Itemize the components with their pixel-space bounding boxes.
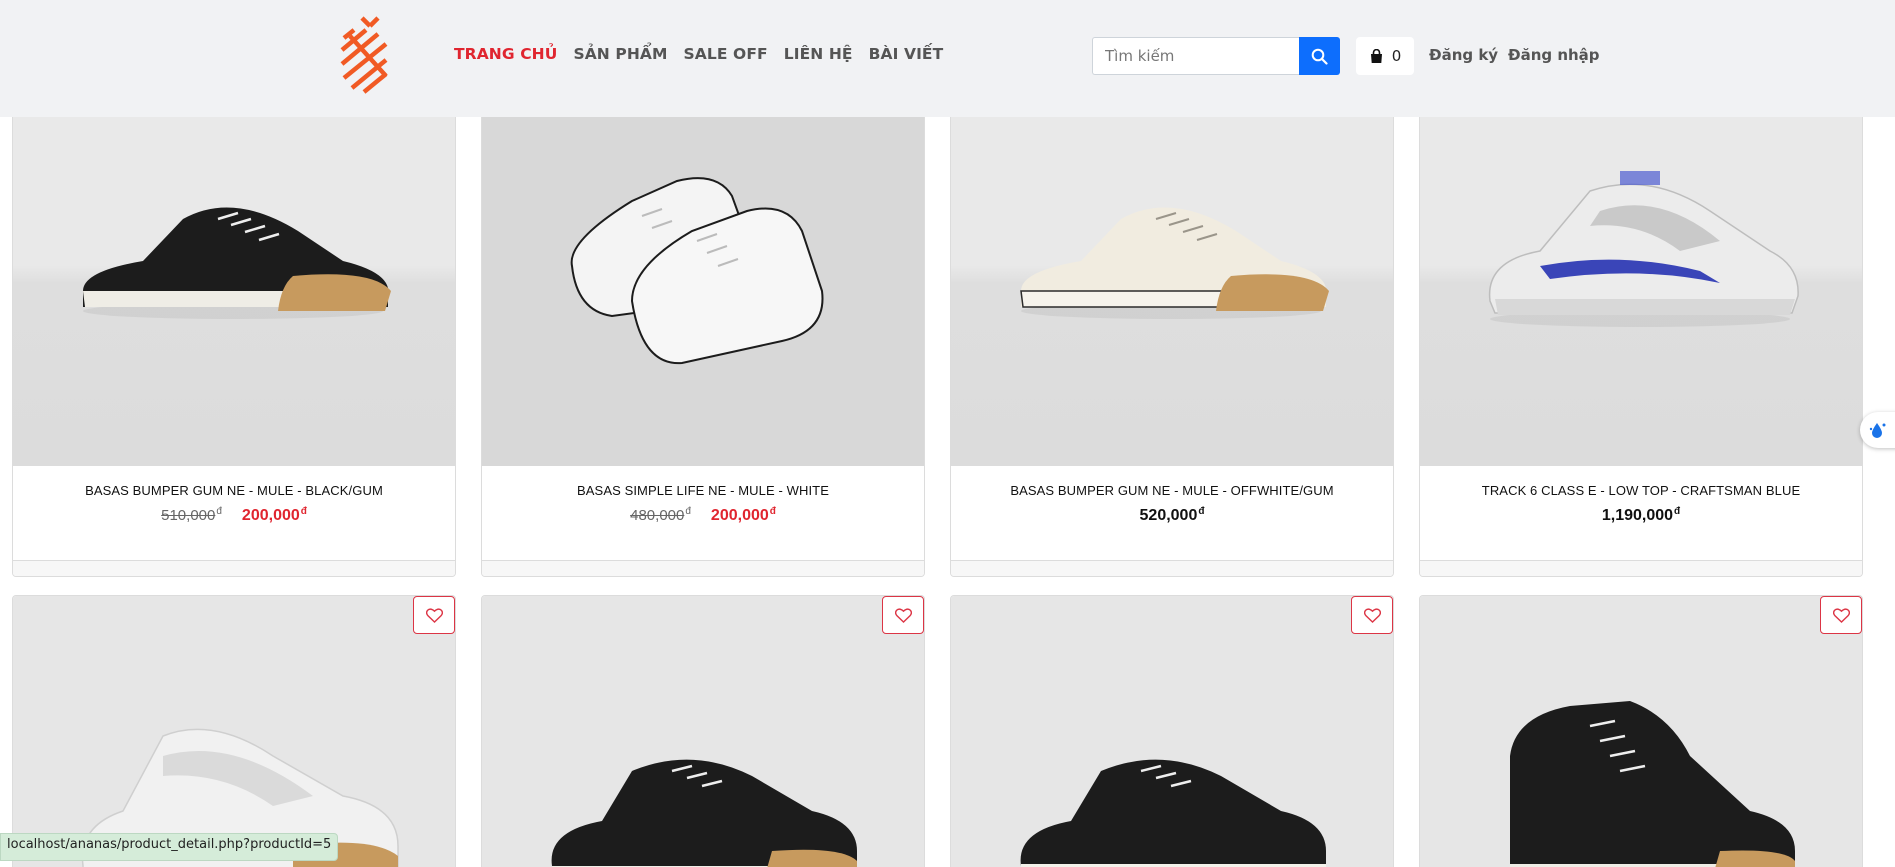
product-prices: 520,000đ bbox=[951, 506, 1393, 525]
heart-icon bbox=[894, 607, 912, 623]
status-bar-url: localhost/ananas/product_detail.php?prod… bbox=[0, 833, 339, 861]
nav-contact[interactable]: LIÊN HỆ bbox=[784, 45, 853, 63]
search-icon bbox=[1311, 48, 1328, 65]
main-nav: TRANG CHỦ SẢN PHẨM SALE OFF LIÊN HỆ BÀI … bbox=[454, 45, 943, 63]
product-name[interactable]: BASAS BUMPER GUM NE - MULE - OFFWHITE/GU… bbox=[951, 483, 1393, 498]
product-image[interactable] bbox=[482, 101, 924, 466]
old-price: 480,000đ bbox=[630, 506, 691, 524]
sale-price: 200,000đ bbox=[710, 506, 776, 524]
product-card[interactable]: BASAS SIMPLE LIFE NE - MULE - WHITE 480,… bbox=[481, 100, 925, 577]
product-image[interactable] bbox=[13, 101, 455, 466]
logo-icon[interactable] bbox=[340, 16, 390, 94]
nav-products[interactable]: SẢN PHẨM bbox=[573, 45, 667, 63]
price: 1,190,000đ bbox=[1601, 506, 1681, 524]
water-drop-icon bbox=[1869, 423, 1886, 438]
product-card[interactable] bbox=[950, 595, 1394, 867]
search-input[interactable] bbox=[1092, 37, 1299, 75]
product-name[interactable]: TRACK 6 CLASS E - LOW TOP - CRAFTSMAN BL… bbox=[1420, 483, 1862, 498]
search-form bbox=[1092, 37, 1340, 75]
site-header: TRANG CHỦ SẢN PHẨM SALE OFF LIÊN HỆ BÀI … bbox=[0, 0, 1895, 117]
product-card[interactable]: BASAS BUMPER GUM NE - MULE - BLACK/GUM 5… bbox=[12, 100, 456, 577]
product-image[interactable] bbox=[482, 596, 924, 867]
heart-icon bbox=[1363, 607, 1381, 623]
product-card[interactable] bbox=[12, 595, 456, 867]
heart-icon bbox=[1832, 607, 1850, 623]
product-image[interactable] bbox=[1420, 596, 1862, 867]
product-prices: 510,000đ 200,000đ bbox=[13, 506, 455, 525]
product-image[interactable] bbox=[13, 596, 455, 867]
product-prices: 480,000đ 200,000đ bbox=[482, 506, 924, 525]
login-link[interactable]: Đăng nhập bbox=[1508, 46, 1600, 64]
wishlist-button[interactable] bbox=[413, 596, 455, 634]
product-card[interactable] bbox=[481, 595, 925, 867]
shopping-bag-icon bbox=[1370, 48, 1382, 63]
wishlist-button[interactable] bbox=[1820, 596, 1862, 634]
old-price: 510,000đ bbox=[161, 506, 222, 524]
product-card[interactable]: BASAS BUMPER GUM NE - MULE - OFFWHITE/GU… bbox=[950, 100, 1394, 577]
wishlist-button[interactable] bbox=[1351, 596, 1393, 634]
search-button[interactable] bbox=[1299, 37, 1340, 75]
cart-button[interactable]: 0 bbox=[1356, 37, 1414, 75]
wishlist-button[interactable] bbox=[882, 596, 924, 634]
price: 520,000đ bbox=[1139, 506, 1205, 524]
floating-widget-button[interactable] bbox=[1860, 412, 1895, 448]
product-prices: 1,190,000đ bbox=[1420, 506, 1862, 525]
product-card[interactable] bbox=[1419, 595, 1863, 867]
nav-sale-off[interactable]: SALE OFF bbox=[684, 45, 768, 63]
heart-icon bbox=[425, 607, 443, 623]
product-name[interactable]: BASAS SIMPLE LIFE NE - MULE - WHITE bbox=[482, 483, 924, 498]
nav-home[interactable]: TRANG CHỦ bbox=[454, 45, 557, 63]
product-card[interactable]: TRACK 6 CLASS E - LOW TOP - CRAFTSMAN BL… bbox=[1419, 100, 1863, 577]
cart-count: 0 bbox=[1391, 47, 1402, 65]
card-footer bbox=[951, 560, 1393, 576]
card-footer bbox=[13, 560, 455, 576]
card-footer bbox=[1420, 560, 1862, 576]
product-image[interactable] bbox=[951, 596, 1393, 867]
product-name[interactable]: BASAS BUMPER GUM NE - MULE - BLACK/GUM bbox=[13, 483, 455, 498]
sale-price: 200,000đ bbox=[241, 506, 307, 524]
register-link[interactable]: Đăng ký bbox=[1429, 46, 1498, 64]
nav-blog[interactable]: BÀI VIẾT bbox=[869, 45, 944, 63]
product-image[interactable] bbox=[951, 101, 1393, 466]
product-image[interactable] bbox=[1420, 101, 1862, 466]
card-footer bbox=[482, 560, 924, 576]
